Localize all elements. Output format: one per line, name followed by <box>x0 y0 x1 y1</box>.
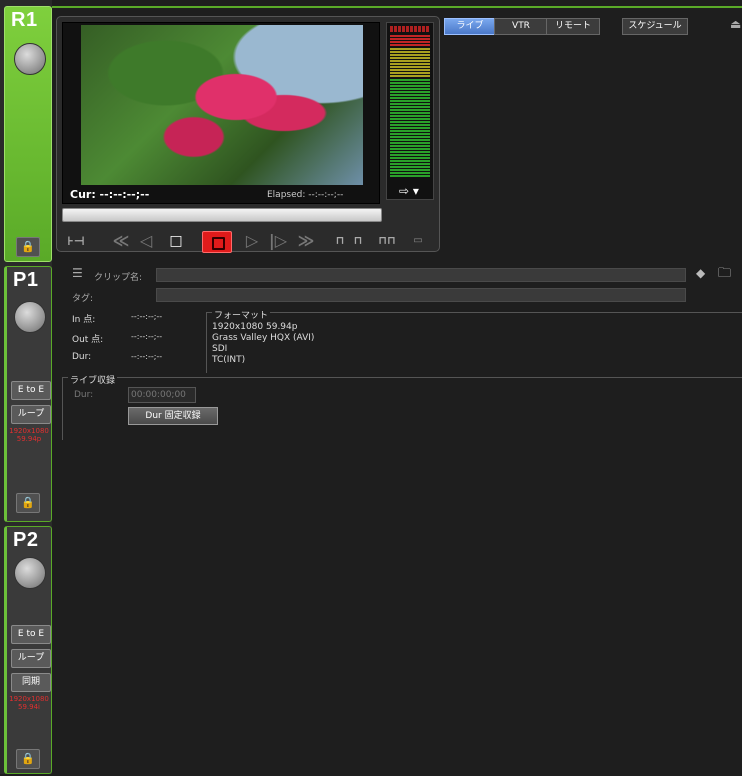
channel-r1-knob[interactable] <box>14 43 46 75</box>
channel-p1[interactable]: P1 E to E ループ 1920x1080 59.94p 🔒 <box>4 266 52 522</box>
step-forward-icon[interactable]: |▷ <box>268 228 288 254</box>
duration-value: --:--:--;-- <box>131 352 163 361</box>
in-point-label: In 点: <box>72 315 96 325</box>
mark-in-icon[interactable]: ⊓ <box>334 228 346 254</box>
video-preview <box>62 22 380 204</box>
channel-p1-e-to-e-button[interactable]: E to E <box>11 381 51 400</box>
channel-p2[interactable]: P2 E to E ループ 同期 1920x1080 59.94i 🔒 <box>4 526 52 774</box>
channel-p2-e-to-e-button[interactable]: E to E <box>11 625 51 644</box>
format-line-1: 1920x1080 59.94p <box>212 322 298 332</box>
dur-fixed-record-button[interactable]: Dur 固定収録 <box>128 407 218 425</box>
elapsed-timecode: Elapsed: --:--:--;-- <box>267 190 344 200</box>
channel-column: R1 🔒 P1 E to E ループ 1920x1080 59.94p 🔒 P2… <box>0 0 52 774</box>
channel-p2-sync-button[interactable]: 同期 <box>11 673 51 692</box>
format-heading: フォーマット <box>212 308 271 321</box>
meter-green-zone <box>390 79 430 177</box>
meter-red-zone <box>390 34 430 46</box>
channel-r1-lock-icon[interactable]: 🔒 <box>16 237 40 257</box>
format-line-3: SDI <box>212 344 228 354</box>
channel-p2-lock-icon[interactable]: 🔒 <box>16 749 40 769</box>
tab-live[interactable]: ライブ <box>444 18 496 35</box>
step-back-icon[interactable]: ◁ <box>136 228 156 254</box>
meter-yellow-zone <box>390 47 430 77</box>
audio-meter <box>386 22 434 200</box>
mark-in-out-icon[interactable]: ⊦⊣ <box>64 228 88 254</box>
tab-vtr[interactable]: VTR <box>494 18 548 35</box>
format-line-2: Grass Valley HQX (AVI) <box>212 333 315 343</box>
rewind-icon[interactable]: ≪ <box>110 228 132 254</box>
progress-bar[interactable] <box>62 208 382 222</box>
record-button[interactable] <box>202 231 232 253</box>
live-record-heading: ライブ収録 <box>68 373 118 386</box>
channel-p2-format: 1920x1080 59.94i <box>9 695 49 711</box>
channel-r1-title: R1 <box>11 9 38 31</box>
live-dur-input[interactable]: 00:00:00;00 <box>128 387 196 403</box>
channel-r1[interactable]: R1 🔒 <box>4 6 52 262</box>
tag-label: タグ: <box>72 294 94 304</box>
play-icon[interactable]: ▷ <box>242 228 262 254</box>
clip-mark-icon[interactable]: ⊓⊓ <box>378 228 396 254</box>
in-point-value: --:--:--;-- <box>131 312 163 321</box>
channel-p1-title: P1 <box>13 269 39 291</box>
folder-icon[interactable]: 🗀 <box>718 264 731 286</box>
duration-label: Dur: <box>72 352 92 362</box>
video-frame-image <box>81 25 363 185</box>
channel-p2-loop-button[interactable]: ループ <box>11 649 51 668</box>
tab-schedule[interactable]: スケジュール <box>622 18 688 35</box>
bin-icon[interactable]: ◆ <box>696 266 705 280</box>
out-point-value: --:--:--;-- <box>131 332 163 341</box>
mark-out-icon[interactable]: ⊓ <box>352 228 364 254</box>
fast-forward-icon[interactable]: ≫ <box>294 228 318 254</box>
clip-name-label: クリップ名: <box>94 273 143 283</box>
meter-peak-row <box>390 26 430 32</box>
stop-icon[interactable]: □ <box>166 228 186 254</box>
eject-icon[interactable]: ⏏ <box>730 17 742 31</box>
tab-remote[interactable]: リモート <box>546 18 600 35</box>
channel-p2-title: P2 <box>13 529 39 551</box>
eject-tape-icon[interactable]: ▭ <box>406 228 430 254</box>
channel-p1-lock-icon[interactable]: 🔒 <box>16 493 40 513</box>
channel-p1-format: 1920x1080 59.94p <box>9 427 49 443</box>
current-timecode: Cur: --:--:--;-- <box>70 188 150 201</box>
clip-list-icon[interactable]: ☰ <box>72 266 90 280</box>
channel-p1-knob[interactable] <box>14 301 46 333</box>
channel-p2-knob[interactable] <box>14 557 46 589</box>
transport-bar: ⊦⊣ ≪ ◁ □ ▷ |▷ ≫ ⊓ ⊓ ⊓⊓ ▭ <box>56 228 436 254</box>
tag-input[interactable] <box>156 288 686 302</box>
channel-p1-loop-button[interactable]: ループ <box>11 405 51 424</box>
clip-name-input[interactable] <box>156 268 686 282</box>
meter-route-arrow-icon[interactable]: ⇨ ▾ <box>386 180 432 202</box>
format-line-4: TC(INT) <box>212 355 246 365</box>
out-point-label: Out 点: <box>72 335 104 345</box>
live-dur-label: Dur: <box>74 390 94 400</box>
